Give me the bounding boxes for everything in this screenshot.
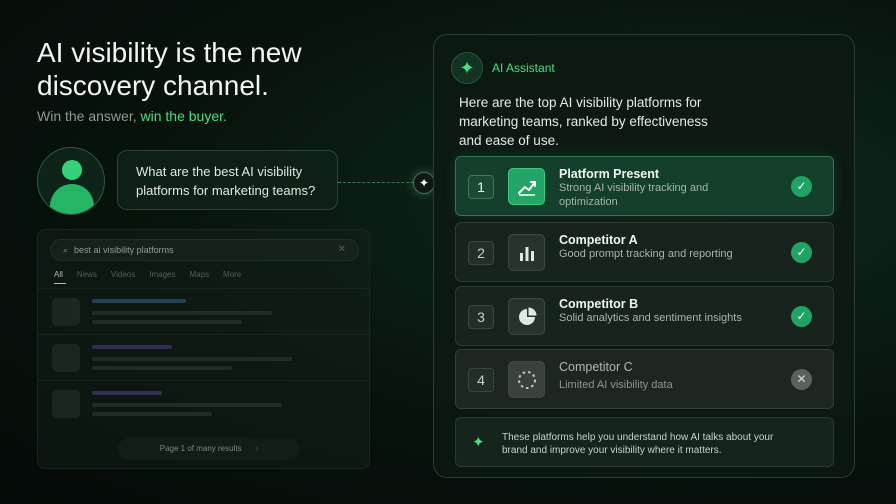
check-icon: ✓ — [791, 242, 812, 263]
divider — [38, 334, 371, 335]
search-result[interactable] — [52, 390, 352, 420]
platform-name: Competitor C — [559, 360, 633, 374]
result-text-placeholder — [92, 357, 292, 361]
tab-maps[interactable]: Maps — [189, 270, 209, 279]
subline-accent: win the buyer. — [140, 108, 227, 124]
ranking-item[interactable]: 1 Platform Present Strong AI visibility … — [455, 156, 834, 216]
connector-line — [338, 182, 414, 183]
rank-number: 4 — [468, 368, 494, 392]
search-result[interactable] — [52, 298, 352, 328]
result-text-placeholder — [92, 412, 212, 416]
search-icon: ⌕ — [63, 245, 69, 255]
result-thumbnail — [52, 390, 80, 418]
tab-videos[interactable]: Videos — [111, 270, 135, 279]
platform-name: Competitor B — [559, 297, 639, 311]
bar-chart-icon — [508, 234, 545, 271]
avatar-body — [50, 184, 94, 214]
ai-assistant-panel: ✦ AI Assistant Here are the top AI visib… — [433, 34, 855, 478]
check-icon: ✓ — [791, 306, 812, 327]
headline: AI visibility is the new discovery chann… — [37, 37, 302, 101]
search-input[interactable]: ⌕ best ai visibility platforms ✕ — [50, 239, 359, 261]
check-icon: ✓ — [791, 176, 812, 197]
divider — [38, 380, 371, 381]
sparkle-icon: ✦ — [451, 52, 483, 84]
divider — [38, 288, 371, 289]
tab-more[interactable]: More — [223, 270, 241, 279]
platform-description: Strong AI visibility tracking and optimi… — [559, 182, 709, 208]
user-avatar — [37, 147, 105, 215]
result-thumbnail — [52, 344, 80, 372]
pagination[interactable]: Page 1 of many results › — [118, 438, 300, 460]
platform-description: Solid analytics and sentiment insights — [559, 312, 742, 324]
close-icon: ✕ — [791, 369, 812, 390]
ranking-item[interactable]: 3 Competitor B Solid analytics and senti… — [455, 286, 834, 346]
result-title-placeholder — [92, 345, 172, 349]
result-text-placeholder — [92, 403, 282, 407]
close-icon[interactable]: ✕ — [338, 244, 346, 255]
active-tab-indicator — [54, 283, 66, 284]
platform-description: Good prompt tracking and reporting — [559, 248, 733, 260]
sparkle-icon: ✦ — [413, 172, 435, 194]
search-tabs: All News Videos Images Maps More — [54, 270, 255, 284]
assistant-intro: Here are the top AI visibility platforms… — [459, 95, 708, 148]
result-title-placeholder — [92, 299, 186, 303]
subline-text: Win the answer, — [37, 108, 141, 124]
info-note-text: These platforms help you understand how … — [502, 432, 774, 456]
platform-name: Platform Present — [559, 167, 660, 181]
ranking-item[interactable]: 4 Competitor C Limited AI visibility dat… — [455, 349, 834, 409]
platform-name: Competitor A — [559, 233, 638, 247]
rank-number: 1 — [468, 175, 494, 199]
user-question-bubble: What are the best AI visibility platform… — [117, 150, 338, 210]
search-result[interactable] — [52, 344, 352, 374]
pagination-label: Page 1 of many results — [159, 444, 242, 453]
result-title-placeholder — [92, 391, 162, 395]
tab-news[interactable]: News — [77, 270, 97, 279]
search-results-panel: ⌕ best ai visibility platforms ✕ All News V… — [37, 229, 371, 469]
tab-images[interactable]: Images — [149, 270, 175, 279]
platform-description: Limited AI visibility data — [559, 379, 673, 391]
result-thumbnail — [52, 298, 80, 326]
sparkle-icon: ✦ — [472, 434, 485, 451]
assistant-label: AI Assistant — [492, 61, 555, 75]
result-text-placeholder — [92, 311, 272, 315]
pie-chart-icon — [508, 298, 545, 335]
tab-all[interactable]: All — [54, 270, 63, 279]
info-note: ✦ These platforms help you understand ho… — [455, 417, 834, 467]
trend-chart-icon — [508, 168, 545, 205]
avatar-head — [62, 160, 82, 180]
subline: Win the answer, win the buyer. — [37, 108, 227, 124]
result-text-placeholder — [92, 320, 242, 324]
rank-number: 3 — [468, 305, 494, 329]
ranking-item[interactable]: 2 Competitor A Good prompt tracking and … — [455, 222, 834, 282]
dotted-circle-icon — [508, 361, 545, 398]
chevron-right-icon[interactable]: › — [256, 444, 259, 453]
result-text-placeholder — [92, 366, 232, 370]
search-query: best ai visibility platforms — [74, 245, 174, 255]
rank-number: 2 — [468, 241, 494, 265]
